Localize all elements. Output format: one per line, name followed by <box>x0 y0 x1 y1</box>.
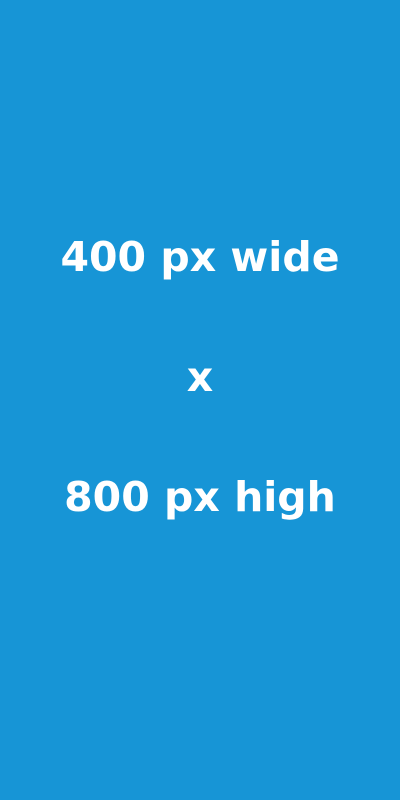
placeholder-canvas: 400 px wide x 800 px high <box>0 0 400 800</box>
width-label: 400 px wide <box>60 233 340 281</box>
height-label: 800 px high <box>64 473 336 521</box>
times-label: x <box>186 353 214 401</box>
